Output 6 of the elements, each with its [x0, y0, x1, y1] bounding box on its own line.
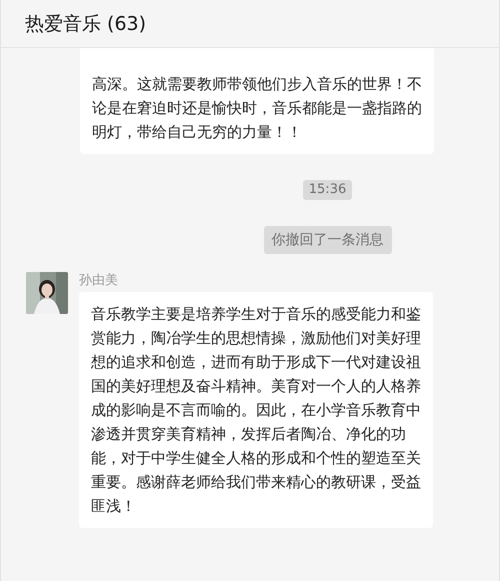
window-title: 热爱音乐 (63) — [25, 12, 146, 36]
recall-notice: 你撤回了一条消息 — [264, 226, 392, 254]
sender-name: 孙由美 — [79, 272, 118, 289]
message-bubble: 音乐教学主要是培养学生对于音乐的感受能力和鉴赏能力，陶冶学生的思想情操，激励他们对美好理想的追求和创造，进而有助于形成下一代对建设祖国的美好理想及奋斗精神。美育对一个人的人格养成的影响是不言而喻的。因此，在小学音乐教育中渗透并贯穿美育精神，发挥后者陶冶、净化的功能，对于中学生健全人格的形成和个性的塑造至关重要。感谢薛老师给我们带来精心的教研课，受益匪浅！ — [79, 292, 433, 528]
timestamp: 15:36 — [302, 180, 352, 200]
message-bubble: 高深。这就需要教师带领他们步入音乐的世界！不论是在窘迫时还是愉快时，音乐都能是一盏指路的明灯，带给自己无穷的力量！！ — [80, 48, 434, 154]
